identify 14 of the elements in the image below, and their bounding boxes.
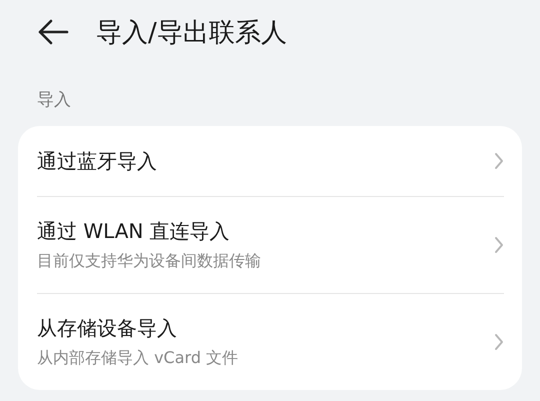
- section-label: 导入: [37, 90, 71, 110]
- item-title: 从存储设备导入: [37, 315, 178, 342]
- list-item[interactable]: 从存储设备导入 从内部存储导入 vCard 文件: [37, 293, 504, 390]
- item-title: 通过 WLAN 直连导入: [37, 218, 231, 245]
- back-icon: [37, 19, 69, 45]
- item-subtitle: 目前仅支持华为设备间数据传输: [37, 251, 261, 272]
- list-item[interactable]: 通过蓝牙导入: [37, 126, 504, 196]
- chevron-icon: [494, 236, 504, 254]
- list-item[interactable]: 通过 WLAN 直连导入 目前仅支持华为设备间数据传输: [37, 196, 504, 293]
- item-title: 通过蓝牙导入: [37, 148, 157, 174]
- chevron-icon: [494, 333, 504, 351]
- item-subtitle: 从内部存储导入 vCard 文件: [37, 348, 238, 369]
- page-title: 导入/导出联系人: [96, 16, 287, 50]
- chevron-icon: [494, 152, 504, 170]
